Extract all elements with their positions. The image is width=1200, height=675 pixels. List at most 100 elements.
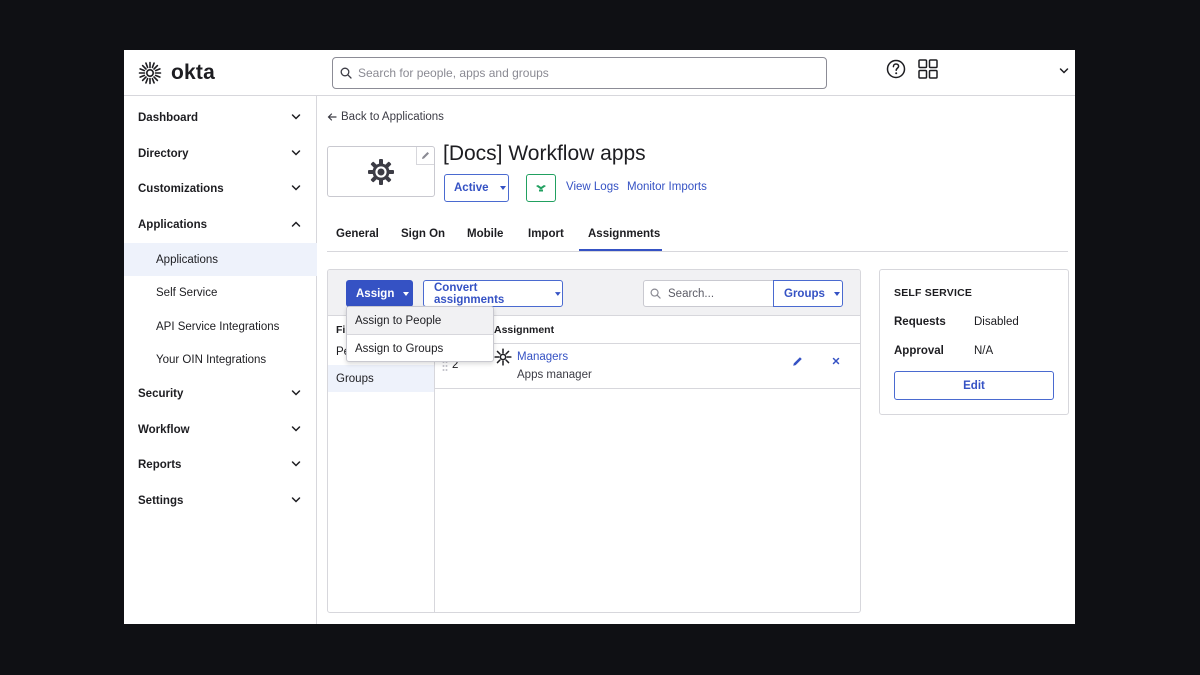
sidebar-item-label: Applications (138, 219, 208, 231)
convert-button-label: Convert assignments (434, 281, 505, 306)
app-title: [Docs] Workflow apps (443, 142, 646, 165)
sidebar-subitem-your-oin-integrations[interactable]: Your OIN Integrations (124, 343, 317, 376)
sidebar-item-reports[interactable]: Reports (124, 448, 317, 482)
sidebar-item-label: Directory (138, 148, 189, 160)
column-header-assignment: Assignment (494, 324, 555, 336)
assign-button[interactable]: Assign (346, 280, 413, 307)
app-grid-icon[interactable] (918, 59, 938, 79)
chevron-down-icon (291, 426, 301, 432)
chevron-down-icon (291, 461, 301, 467)
help-icon[interactable] (886, 59, 906, 79)
active-tab-indicator (579, 249, 662, 251)
sidebar-subitem-label: API Service Integrations (156, 320, 280, 333)
sidebar-item-workflow[interactable]: Workflow (124, 413, 317, 447)
filter-groups[interactable]: Groups (328, 365, 434, 392)
chevron-up-icon (291, 221, 301, 227)
tab-sign-on[interactable]: Sign On (401, 228, 445, 240)
filters-header: Fi (336, 324, 346, 336)
edit-logo-button[interactable] (416, 147, 434, 165)
logo-text: okta (171, 61, 215, 84)
assignment-search-input[interactable] (668, 287, 768, 300)
status-label: Active (454, 182, 489, 194)
sidebar-item-label: Workflow (138, 424, 190, 436)
push-status-button[interactable] (526, 174, 556, 202)
okta-sunburst-icon (138, 61, 162, 85)
sidebar-item-directory[interactable]: Directory (124, 137, 317, 171)
sidebar-item-label: Reports (138, 459, 182, 471)
global-search[interactable] (332, 57, 827, 89)
self-service-edit-button[interactable]: Edit (894, 371, 1054, 400)
chevron-down-icon (291, 114, 301, 120)
self-service-card: SELF SERVICE Requests Disabled Approval … (879, 269, 1069, 415)
menu-item-label: Assign to Groups (355, 342, 444, 355)
sidebar-subitem-label: Applications (156, 253, 219, 266)
filter-label: Groups (336, 372, 374, 385)
menu-item-label: Assign to People (355, 314, 442, 327)
requests-value: Disabled (974, 316, 1019, 328)
assign-button-label: Assign (356, 287, 395, 300)
okta-group-icon (494, 348, 512, 366)
chevron-down-icon[interactable] (1059, 66, 1069, 76)
pencil-icon[interactable] (792, 356, 803, 367)
sidebar-subitem-label: Self Service (156, 286, 218, 299)
menu-item-assign-to-people[interactable]: Assign to People (347, 307, 493, 334)
approval-value: N/A (974, 345, 994, 357)
assignment-search[interactable] (643, 280, 774, 307)
tab-assignments[interactable]: Assignments (588, 228, 660, 240)
caret-down-icon (403, 291, 410, 296)
back-link-label: Back to Applications (341, 111, 444, 123)
okta-logo[interactable]: okta (138, 61, 215, 85)
monitor-imports-link[interactable]: Monitor Imports (627, 181, 707, 193)
close-icon[interactable] (831, 356, 841, 366)
app-window: okta Dashboard (124, 50, 1075, 624)
global-search-input[interactable] (358, 66, 798, 80)
caret-down-icon (555, 291, 562, 296)
group-name-link[interactable]: Managers (517, 351, 568, 363)
sidebar-subitem-api-service-integrations[interactable]: API Service Integrations (124, 310, 317, 343)
tab-mobile[interactable]: Mobile (467, 228, 503, 240)
group-description: Apps manager (517, 369, 592, 381)
chevron-down-icon (291, 185, 301, 191)
sidebar-item-label: Dashboard (138, 112, 199, 124)
search-icon (340, 67, 352, 79)
sidebar-item-security[interactable]: Security (124, 377, 317, 411)
sidebar-item-label: Security (138, 388, 184, 400)
caret-down-icon (833, 291, 840, 296)
approval-label: Approval (894, 345, 944, 357)
tab-bar: General Sign On Mobile Import Assignment… (327, 218, 1068, 252)
arrow-left-icon (327, 113, 337, 121)
chevron-down-icon (291, 497, 301, 503)
sidebar-item-label: Customizations (138, 183, 224, 195)
sidebar-item-customizations[interactable]: Customizations (124, 172, 317, 206)
top-bar: okta (124, 50, 1075, 96)
self-service-title: SELF SERVICE (894, 287, 973, 299)
sidebar-item-dashboard[interactable]: Dashboard (124, 101, 317, 135)
chevron-down-icon (291, 390, 301, 396)
back-to-applications-link[interactable]: Back to Applications (327, 111, 444, 123)
app-status-dropdown[interactable]: Active (444, 174, 509, 202)
gear-icon (368, 158, 394, 185)
caret-down-icon (499, 186, 506, 190)
sidebar-subitem-self-service[interactable]: Self Service (124, 276, 317, 309)
pencil-icon (422, 152, 429, 159)
requests-label: Requests (894, 316, 946, 328)
search-scope-select[interactable]: Groups (773, 280, 843, 307)
convert-assignments-button[interactable]: Convert assignments (423, 280, 563, 307)
sidebar-item-label: Settings (138, 495, 184, 507)
chevron-down-icon (291, 150, 301, 156)
sidebar: Dashboard Directory Customizations Appli… (124, 96, 317, 624)
view-logs-link[interactable]: View Logs (566, 181, 619, 193)
assignments-table-header: Assignment (435, 316, 860, 344)
sidebar-item-settings[interactable]: Settings (124, 484, 317, 518)
sidebar-item-applications[interactable]: Applications (124, 208, 317, 242)
search-icon (650, 288, 661, 299)
table-row[interactable]: 2 Managers Apps manager (435, 344, 860, 389)
menu-item-assign-to-groups[interactable]: Assign to Groups (347, 335, 493, 361)
search-scope-label: Groups (784, 287, 825, 300)
push-groups-icon (536, 185, 546, 192)
tab-general[interactable]: General (336, 228, 379, 240)
assign-dropdown-menu: Assign to People Assign to Groups (346, 306, 494, 362)
tab-import[interactable]: Import (528, 228, 564, 240)
app-logo (327, 146, 435, 197)
sidebar-subitem-applications[interactable]: Applications (124, 243, 317, 276)
